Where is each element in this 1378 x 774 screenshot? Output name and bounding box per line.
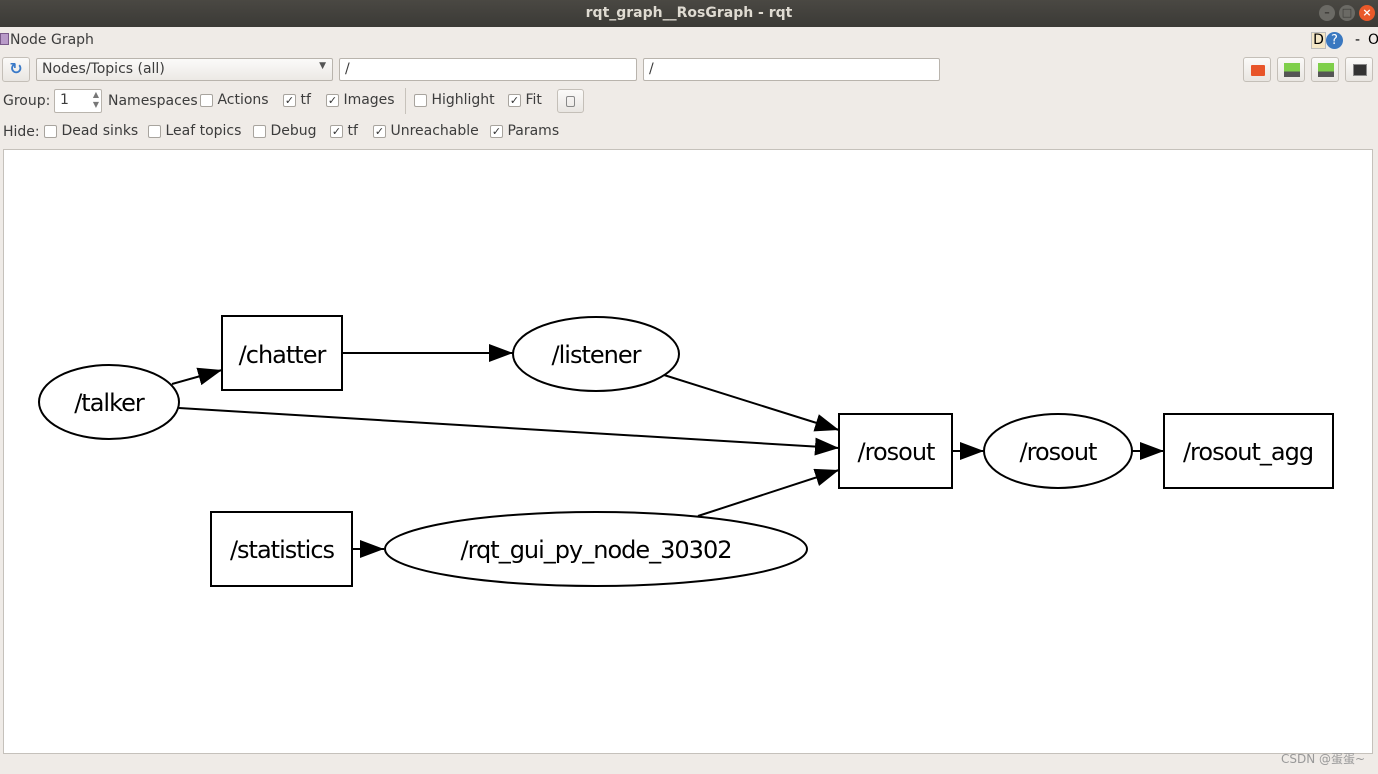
node-label: /rosout bbox=[1020, 438, 1098, 466]
watermark: CSDN @蛋蛋~ bbox=[1281, 752, 1366, 766]
edge-listener-rosout bbox=[663, 374, 840, 432]
node-label: /listener bbox=[552, 341, 642, 369]
node-label: /statistics bbox=[230, 536, 335, 564]
edge-talker-chatter bbox=[171, 367, 223, 386]
node-label: /rosout_agg bbox=[1183, 438, 1313, 466]
node-label: /rosout bbox=[858, 438, 936, 466]
node-label: /chatter bbox=[239, 341, 327, 369]
edge-talker-rosout bbox=[178, 407, 840, 456]
edge-rqt-rosout bbox=[697, 468, 840, 517]
node-label: /rqt_gui_py_node_30302 bbox=[461, 536, 732, 564]
ros-graph[interactable]: /talker /chatter /listener /rosout /roso… bbox=[0, 0, 1378, 774]
node-label: /talker bbox=[74, 389, 145, 417]
